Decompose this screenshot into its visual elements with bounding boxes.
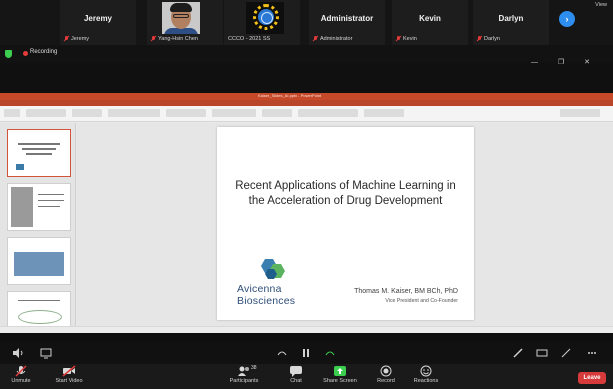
muted-mic-icon [396, 36, 401, 42]
slide-thumbnail-panel [0, 123, 76, 333]
more-icon[interactable] [586, 347, 598, 359]
muted-mic-icon [15, 365, 27, 377]
participant-logo [246, 2, 284, 34]
view-button[interactable]: View [595, 2, 607, 8]
participant-tag: Jeremy [64, 36, 89, 42]
participant-name: Jeremy [83, 14, 113, 23]
participant-tag-label: Yang-Hsin Chen [158, 36, 198, 42]
remote-control-icon[interactable] [560, 347, 572, 359]
participant-tile[interactable]: Kevin Kevin [392, 0, 468, 45]
participant-tag: CCCO - 2021 SS [228, 36, 270, 42]
participants-count-badge: 38 [251, 365, 257, 371]
speaker-icon[interactable] [12, 347, 24, 359]
reactions-icon [420, 365, 432, 377]
record-button[interactable]: Record [374, 365, 398, 384]
unmute-label: Unmute [11, 378, 31, 384]
reactions-button[interactable]: Reactions [410, 365, 442, 384]
slide-thumbnail[interactable] [7, 183, 71, 231]
slide-thumbnail[interactable] [7, 291, 71, 331]
share-screen-button[interactable]: Share Screen [320, 365, 360, 384]
participant-tag: Yang-Hsin Chen [151, 36, 198, 42]
share-screen-icon [334, 366, 346, 376]
current-slide: Recent Applications of Machine Learning … [217, 127, 474, 320]
unmute-button[interactable]: Unmute [6, 365, 36, 384]
muted-mic-icon [477, 36, 482, 42]
participant-tile[interactable]: Yang-Hsin Chen [147, 0, 223, 45]
logo-line-1: Avicenna [237, 283, 282, 295]
recording-bar: Recording [0, 45, 613, 63]
whiteboard-icon[interactable] [536, 347, 548, 359]
powerpoint-window-title: Kaiser_Slides_AI.pptx - PowerPoint [258, 93, 322, 98]
muted-mic-icon [64, 36, 69, 42]
start-video-button[interactable]: Start Video [50, 365, 88, 384]
participant-tile[interactable]: Jeremy Jeremy [60, 0, 136, 45]
participant-tag-label: Jeremy [71, 36, 90, 42]
pause-icon[interactable] [300, 347, 312, 359]
record-label: Record [377, 378, 395, 384]
muted-mic-icon [151, 36, 156, 42]
slide-author: Thomas M. Kaiser, BM BCh, PhD [354, 288, 458, 295]
powerpoint-title-bar: Kaiser_Slides_AI.pptx - PowerPoint [0, 93, 613, 100]
chat-label: Chat [290, 378, 302, 384]
participant-tag-label: Kevin [403, 36, 417, 42]
reactions-label: Reactions [413, 378, 439, 384]
record-icon [380, 365, 392, 377]
chat-button[interactable]: Chat [284, 365, 308, 384]
start-video-label: Start Video [55, 378, 83, 384]
participant-tag: Darlyn [477, 36, 500, 42]
window-controls[interactable]: — ❐ ✕ [531, 58, 599, 66]
participant-tag-label: CCCO - 2021 SS [228, 36, 271, 42]
video-off-icon [62, 365, 76, 377]
participant-tag: Administrator [313, 36, 352, 42]
chevron-right-icon[interactable]: › [559, 11, 575, 27]
participant-name: Kevin [419, 14, 441, 23]
screen-icon[interactable] [40, 347, 52, 359]
slide-title: Recent Applications of Machine Learning … [235, 180, 456, 207]
presenter-controls [0, 342, 613, 364]
slide-thumbnail[interactable] [7, 129, 71, 177]
participant-name: Administrator [320, 14, 374, 23]
avicenna-logo: Avicenna Biosciences [237, 257, 309, 309]
participant-strip: Jeremy Jeremy Yang-Hsin Chen CCCO - 2021… [0, 0, 613, 45]
participant-tile[interactable]: Administrator Administrator [309, 0, 385, 45]
shared-screen-header [0, 63, 613, 93]
annotate-icon[interactable] [276, 347, 288, 359]
participants-icon [238, 366, 249, 376]
participant-tag-label: Administrator [320, 36, 353, 42]
participant-tag-label: Darlyn [484, 36, 500, 42]
participant-tile[interactable]: CCCO - 2021 SS [224, 0, 300, 45]
participant-name: Darlyn [498, 14, 524, 23]
logo-line-2: Biosciences [237, 295, 296, 307]
recording-label: Recording [30, 49, 58, 55]
muted-mic-icon [313, 36, 318, 42]
slide-author-role: Vice President and Co-Founder [385, 298, 458, 304]
participants-label: Participants [229, 378, 259, 384]
meeting-toolbar: Unmute Start Video Participants 38 Chat … [0, 364, 613, 389]
leave-button[interactable]: Leave [578, 372, 606, 384]
participants-button[interactable]: Participants 38 [224, 365, 264, 384]
chat-icon [290, 366, 302, 377]
stop-share-icon[interactable] [324, 347, 336, 359]
shield-icon[interactable] [5, 50, 12, 58]
powerpoint-status-bar [0, 326, 613, 333]
participant-tag: Kevin [396, 36, 417, 42]
avicenna-logo-icon [261, 259, 285, 279]
pencil-icon[interactable] [512, 347, 524, 359]
participant-video [162, 2, 200, 34]
record-dot-icon [23, 51, 28, 56]
share-screen-label: Share Screen [323, 378, 357, 384]
slide-thumbnail[interactable] [7, 237, 71, 285]
participant-tile[interactable]: Darlyn Darlyn [473, 0, 549, 45]
powerpoint-ribbon [0, 106, 613, 122]
